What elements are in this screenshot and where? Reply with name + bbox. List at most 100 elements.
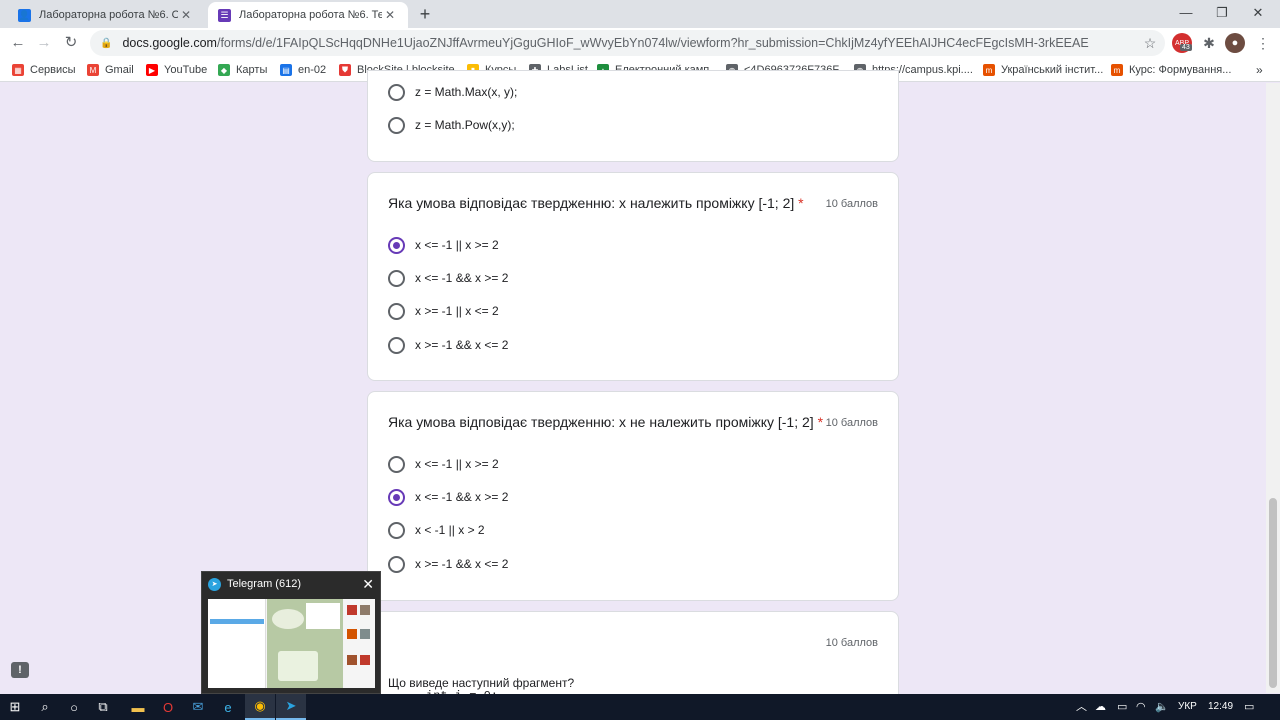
option-2[interactable]: x <= -1 && x >= 2 bbox=[388, 268, 508, 288]
question-text: Яка умова відповідає твердженню: x належ… bbox=[388, 195, 795, 211]
notifications-icon[interactable]: ▭ bbox=[1244, 694, 1254, 720]
radio-button[interactable] bbox=[388, 83, 405, 101]
telegram-icon[interactable]: ➤ bbox=[276, 694, 306, 720]
option-1[interactable]: x <= -1 || x >= 2 bbox=[388, 454, 499, 474]
gmail-icon: M bbox=[87, 64, 99, 76]
page-scrollbar[interactable] bbox=[1266, 83, 1280, 693]
bookmarks-overflow[interactable]: » bbox=[1256, 62, 1263, 78]
onedrive-icon[interactable]: ☁ bbox=[1095, 694, 1106, 720]
bookmark-maps[interactable]: ◆ Карты bbox=[218, 62, 267, 78]
wifi-icon[interactable]: ◠ bbox=[1136, 694, 1146, 720]
forms-icon: 👤 bbox=[18, 8, 31, 22]
option-label: z = Math.Pow(x,y); bbox=[415, 118, 515, 132]
option-label: z = Math.Max(x, y); bbox=[415, 85, 518, 99]
browser-toolbar: ← → ↻ 🔒 docs.google.com/forms/d/e/1FAIpQ… bbox=[0, 28, 1280, 58]
option-label: x <= -1 || x >= 2 bbox=[415, 457, 499, 471]
question-points: 10 баллов bbox=[825, 417, 878, 429]
mail-icon[interactable]: ✉ bbox=[183, 694, 213, 720]
option-math-max[interactable]: z = Math.Max(x, y); bbox=[388, 82, 517, 102]
calendar-icon: ▤ bbox=[280, 64, 292, 76]
apps-grid-icon: ▦ bbox=[12, 64, 24, 76]
extensions-puzzle-icon[interactable]: ✱ bbox=[1199, 33, 1219, 53]
edge-icon[interactable]: e bbox=[213, 694, 243, 720]
url-host: docs.google.com bbox=[122, 36, 217, 50]
cortana-icon[interactable]: ○ bbox=[59, 694, 89, 720]
option-3[interactable]: x < -1 || x > 2 bbox=[388, 520, 485, 540]
close-icon[interactable]: ✕ bbox=[178, 8, 194, 22]
clock[interactable]: 12:49 bbox=[1208, 694, 1233, 720]
menu-kebab-icon[interactable]: ⋮ bbox=[1253, 33, 1273, 53]
bookmark-youtube[interactable]: ▶ YouTube bbox=[146, 62, 207, 78]
option-label: x >= -1 && x <= 2 bbox=[415, 557, 509, 571]
avatar[interactable]: ● bbox=[1225, 33, 1245, 53]
opera-icon[interactable]: O bbox=[153, 694, 183, 720]
option-3[interactable]: x >= -1 || x <= 2 bbox=[388, 301, 499, 321]
file-explorer-icon[interactable]: ▬ bbox=[123, 694, 153, 720]
radio-button[interactable] bbox=[388, 455, 405, 473]
telegram-window-thumbnail[interactable] bbox=[208, 599, 375, 688]
bookmark-course-formation[interactable]: m Курс: Формування... bbox=[1111, 62, 1231, 78]
institute-logo-icon: m bbox=[1111, 64, 1123, 76]
radio-button[interactable] bbox=[388, 302, 405, 320]
address-bar[interactable]: 🔒 docs.google.com/forms/d/e/1FAIpQLScHqq… bbox=[90, 30, 1165, 56]
input-language[interactable]: УКР bbox=[1178, 694, 1197, 720]
network-icon[interactable]: ▭ bbox=[1117, 694, 1127, 720]
bookmark-en02[interactable]: ▤ en-02 bbox=[280, 62, 326, 78]
radio-button[interactable] bbox=[388, 336, 405, 354]
option-1[interactable]: x <= -1 || x >= 2 bbox=[388, 235, 499, 255]
question-text: Яка умова відповідає твердженню: x не на… bbox=[388, 414, 814, 430]
required-mark: * bbox=[817, 414, 824, 430]
telegram-preview-title: Telegram (612) bbox=[227, 578, 301, 590]
search-icon[interactable]: ⌕ bbox=[30, 694, 60, 720]
question-title: Яка умова відповідає твердженню: x не на… bbox=[388, 414, 823, 430]
bookmark-star-icon[interactable]: ☆ bbox=[1135, 35, 1165, 52]
windows-start-icon[interactable]: ⊞ bbox=[0, 694, 30, 720]
bookmark-label: YouTube bbox=[164, 64, 208, 76]
question-points: 10 баллов bbox=[825, 637, 878, 649]
radio-button[interactable] bbox=[388, 116, 405, 134]
telegram-taskbar-preview[interactable]: ➤ Telegram (612) ✕ bbox=[201, 571, 381, 694]
radio-button-selected[interactable] bbox=[388, 488, 405, 506]
radio-button[interactable] bbox=[388, 555, 405, 573]
maximize-icon[interactable]: ❐ bbox=[1204, 0, 1240, 26]
radio-button[interactable] bbox=[388, 269, 405, 287]
radio-button[interactable] bbox=[388, 521, 405, 539]
youtube-icon: ▶ bbox=[146, 64, 158, 76]
tab-title: Лабораторна робота №6. Опер bbox=[39, 9, 178, 21]
option-label: x <= -1 && x >= 2 bbox=[415, 490, 509, 504]
question-card-in-range: Яка умова відповідає твердженню: x належ… bbox=[367, 172, 899, 381]
bookmark-label: Курс: Формування... bbox=[1129, 64, 1232, 76]
reload-icon[interactable]: ↻ bbox=[60, 32, 82, 54]
minimize-icon[interactable]: — bbox=[1168, 0, 1204, 26]
close-icon[interactable]: ✕ bbox=[382, 8, 398, 22]
close-window-icon[interactable]: ✕ bbox=[1240, 0, 1276, 26]
option-2[interactable]: x <= -1 && x >= 2 bbox=[388, 487, 508, 507]
tab-strip: 👤 Лабораторна робота №6. Опер ✕ ☰ Лабора… bbox=[0, 0, 1280, 28]
question-card-prev: z = Math.Max(x, y); z = Math.Pow(x,y); bbox=[367, 70, 899, 162]
scrollbar-thumb[interactable] bbox=[1269, 498, 1277, 688]
option-4[interactable]: x >= -1 && x <= 2 bbox=[388, 554, 508, 574]
feedback-icon[interactable]: ! bbox=[11, 662, 29, 678]
url-text[interactable]: docs.google.com/forms/d/e/1FAIpQLScHqqDN… bbox=[122, 36, 1135, 50]
bookmark-gmail[interactable]: M Gmail bbox=[87, 62, 134, 78]
windows-taskbar: ⊞ ⌕ ○ ⧉ ▬ O ✉ e ◉ ➤ ︿ ☁ ▭ ◠ 🔈 УКР 12:49 … bbox=[0, 694, 1280, 720]
option-math-pow[interactable]: z = Math.Pow(x,y); bbox=[388, 115, 515, 135]
volume-icon[interactable]: 🔈 bbox=[1155, 694, 1169, 720]
tab-lab6-test[interactable]: ☰ Лабораторна робота №6. Тест ✕ bbox=[208, 2, 408, 28]
bookmark-ukr-institute[interactable]: m Український інстит... bbox=[983, 62, 1103, 78]
bookmark-label: Український інстит... bbox=[1001, 64, 1104, 76]
question-card-not-in-range: Яка умова відповідає твердженню: x не на… bbox=[367, 391, 899, 601]
forward-icon[interactable]: → bbox=[33, 32, 55, 54]
option-4[interactable]: x >= -1 && x <= 2 bbox=[388, 335, 508, 355]
back-icon[interactable]: ← bbox=[7, 32, 29, 54]
tray-chevron-icon[interactable]: ︿ bbox=[1076, 694, 1087, 720]
bookmark-services[interactable]: ▦ Сервисы bbox=[12, 62, 76, 78]
new-tab-button[interactable]: + bbox=[416, 3, 434, 25]
tab-lab6-operators[interactable]: 👤 Лабораторна робота №6. Опер ✕ bbox=[8, 2, 204, 28]
radio-button-selected[interactable] bbox=[388, 236, 405, 254]
bookmark-label: en-02 bbox=[298, 64, 327, 76]
task-view-icon[interactable]: ⧉ bbox=[88, 694, 118, 720]
close-icon[interactable]: ✕ bbox=[362, 576, 374, 593]
chrome-icon[interactable]: ◉ bbox=[245, 694, 275, 720]
lock-icon: 🔒 bbox=[100, 37, 113, 49]
